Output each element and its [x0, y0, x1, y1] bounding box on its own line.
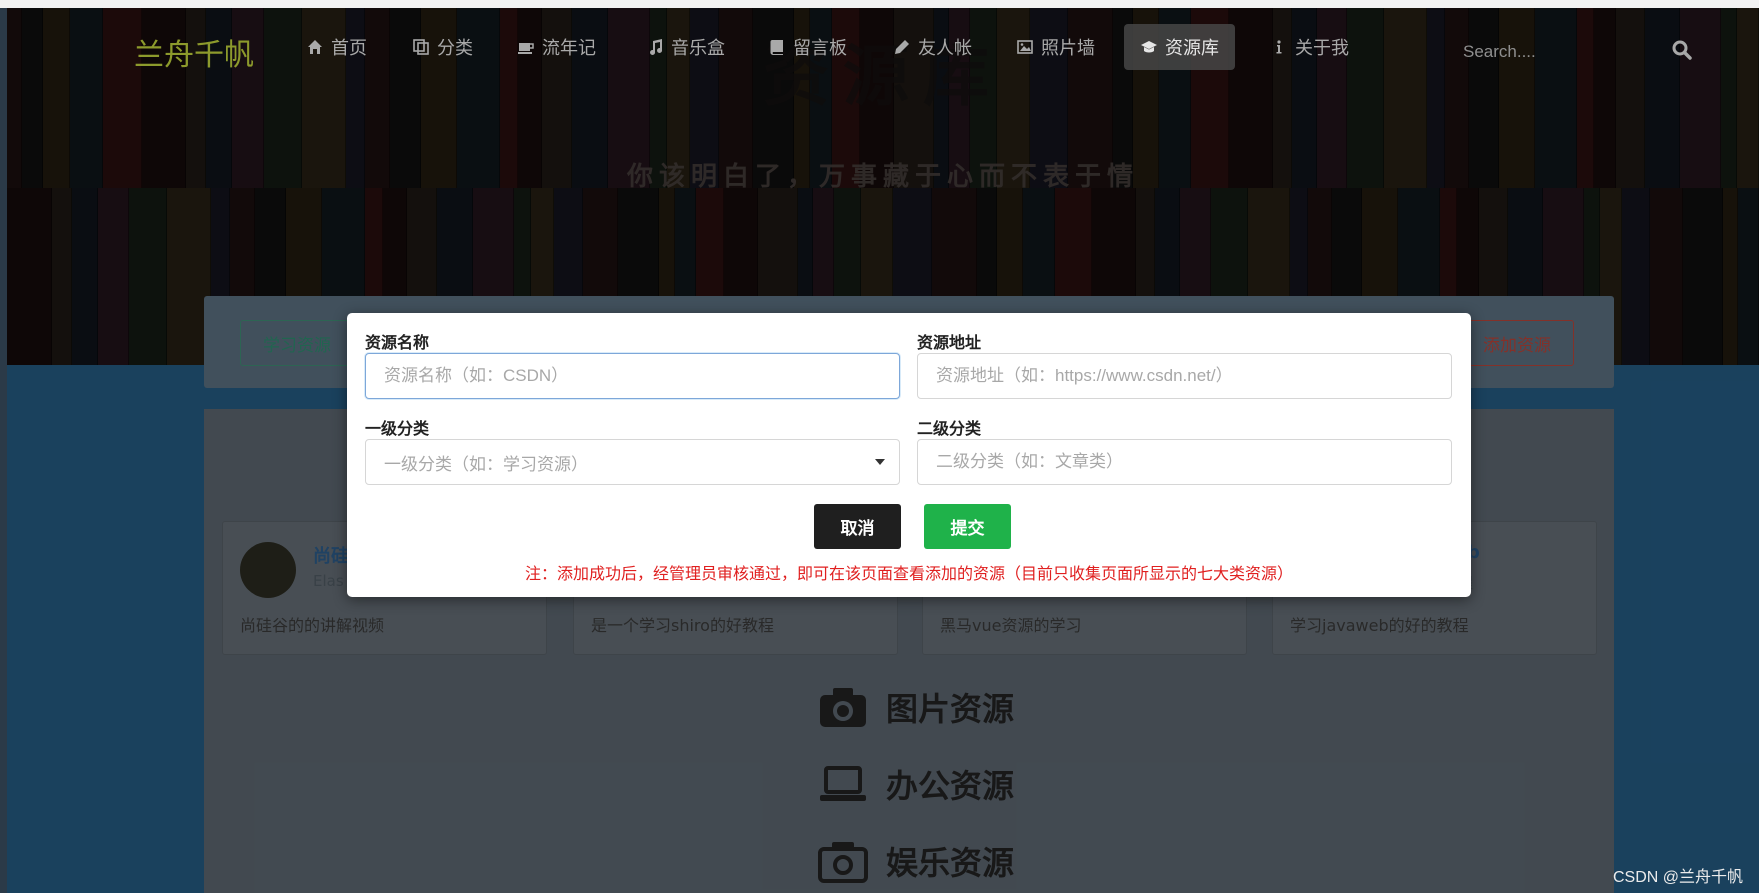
chevron-down-icon [875, 459, 885, 465]
submit-button[interactable]: 提交 [924, 504, 1011, 549]
level2-category-input[interactable] [917, 439, 1452, 485]
cancel-button[interactable]: 取消 [814, 504, 901, 549]
nav-item-friends[interactable]: 友人帐 [877, 24, 988, 70]
copy-icon [413, 39, 429, 55]
resource-url-input[interactable] [917, 353, 1452, 399]
nav-label: 资源库 [1165, 38, 1219, 59]
site-brand[interactable]: 兰舟千帆 [134, 30, 254, 74]
nav-label: 音乐盒 [671, 38, 725, 59]
nav-item-category[interactable]: 分类 [396, 24, 489, 70]
coffee-icon [518, 43, 534, 54]
level1-category-placeholder: 一级分类（如：学习资源） [384, 454, 588, 474]
graduation-cap-icon [1141, 41, 1157, 53]
book-icon [770, 40, 783, 55]
nav-label: 关于我 [1295, 38, 1349, 59]
level1-category-label: 一级分类 [365, 419, 430, 438]
resource-name-input[interactable] [365, 353, 900, 399]
browser-top-strip [0, 0, 1759, 8]
resource-name-label: 资源名称 [365, 333, 430, 352]
nav-label: 友人帐 [918, 38, 972, 59]
csdn-watermark: CSDN @兰舟千帆 [1612, 869, 1743, 886]
nav-item-guestbook[interactable]: 留言板 [752, 24, 863, 70]
search-input[interactable] [1461, 36, 1665, 68]
nav-item-about[interactable]: 关于我 [1254, 24, 1365, 70]
search-icon[interactable] [1671, 39, 1693, 61]
nav-search [1461, 36, 1701, 68]
nav-item-timeline[interactable]: 流年记 [501, 24, 612, 70]
nav-item-resources[interactable]: 资源库 [1124, 24, 1235, 70]
top-navbar: 兰舟千帆 首页 分类 流年记 音乐盒 留言板 友人帐 照片墙 资源库 关于我 [0, 8, 1759, 84]
nav-label: 首页 [331, 38, 367, 59]
submission-notice: 注：添加成功后，经管理员审核通过，即可在该页面查看添加的资源（目前只收集页面所显… [524, 564, 1293, 583]
nav-item-photos[interactable]: 照片墙 [1000, 24, 1111, 70]
level2-category-label: 二级分类 [917, 419, 982, 438]
nav-item-music[interactable]: 音乐盒 [630, 24, 741, 70]
nav-label: 流年记 [542, 38, 596, 59]
home-icon [308, 40, 322, 54]
pencil-icon [895, 40, 909, 54]
nav-item-home[interactable]: 首页 [290, 24, 383, 70]
window-left-edge [0, 8, 7, 893]
info-icon [1276, 40, 1282, 54]
add-resource-dialog: 资源名称 资源地址 一级分类 一级分类（如：学习资源） 二级分类 取消 提交 注… [347, 313, 1471, 597]
nav-label: 照片墙 [1041, 38, 1095, 59]
nav-label: 留言板 [793, 38, 847, 59]
nav-label: 分类 [437, 38, 473, 59]
music-icon [650, 39, 663, 55]
picture-icon [1017, 40, 1033, 54]
level1-category-select[interactable]: 一级分类（如：学习资源） [365, 439, 900, 485]
resource-url-label: 资源地址 [917, 333, 982, 352]
